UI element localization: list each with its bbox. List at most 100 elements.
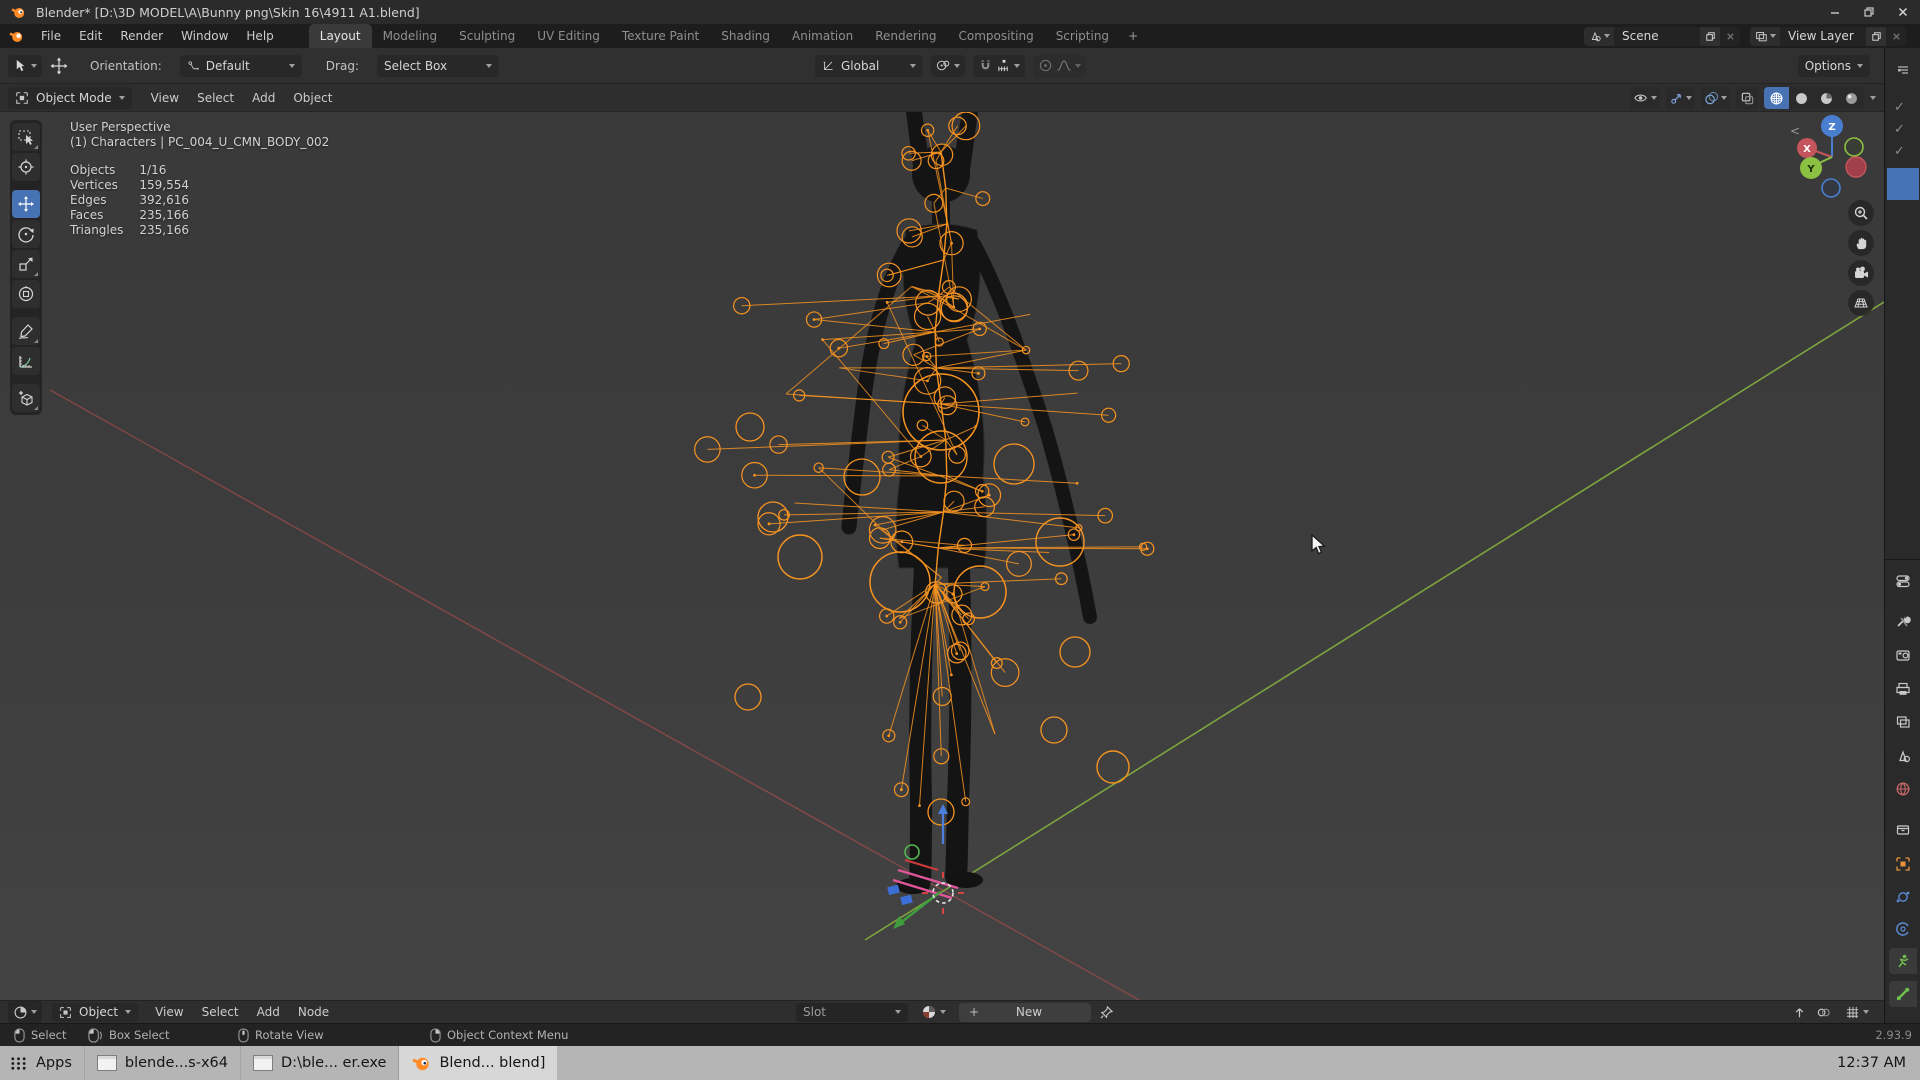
node-menu-view[interactable]: View [146, 1000, 192, 1024]
zoom-button[interactable] [1848, 200, 1874, 226]
menu-window[interactable]: Window [172, 24, 237, 48]
tab-bone-properties[interactable] [1889, 981, 1917, 1007]
tab-scene-properties[interactable] [1889, 743, 1917, 769]
parent-up-icon[interactable] [1792, 1005, 1807, 1020]
outliner-selected-row[interactable] [1887, 168, 1919, 200]
sidebar-toggle-arrow[interactable]: < [1790, 124, 1800, 138]
snap-magnet-icon [981, 60, 990, 70]
add-workspace-button[interactable]: + [1120, 24, 1146, 48]
tab-output-properties[interactable] [1889, 676, 1917, 702]
tool-add-cube[interactable] [12, 384, 40, 412]
viewport-menu-add[interactable]: Add [243, 86, 284, 110]
shading-material-button[interactable] [1814, 87, 1839, 109]
camera-view-button[interactable] [1848, 260, 1874, 286]
tool-select-box[interactable] [12, 123, 40, 151]
active-tool-dropdown[interactable] [8, 54, 42, 77]
options-button[interactable]: Options [1797, 54, 1870, 77]
blender-app-icon[interactable] [8, 28, 24, 44]
outliner-check-icon[interactable]: ✓ [1894, 100, 1905, 115]
scene-selector[interactable]: Scene [1584, 26, 1740, 46]
show-overlays-toggle[interactable] [1701, 87, 1730, 109]
new-material-button[interactable]: + New [959, 1002, 1091, 1022]
taskbar-window-2[interactable]: D:\ble... er.exe [240, 1046, 398, 1080]
tool-rotate[interactable] [12, 220, 40, 248]
scene-new-button[interactable] [1700, 26, 1720, 46]
xray-toggle[interactable] [1736, 87, 1758, 109]
view-layer-remove-button[interactable] [1886, 26, 1906, 46]
tab-physics-properties[interactable] [1889, 884, 1917, 910]
snap-group[interactable] [973, 54, 1025, 77]
tab-constraints-properties[interactable] [1889, 916, 1917, 942]
perspective-grid-button[interactable] [1848, 290, 1874, 316]
tab-scripting[interactable]: Scripting [1045, 24, 1120, 48]
restore-button[interactable] [1852, 0, 1886, 24]
pan-hand-button[interactable] [1848, 230, 1874, 256]
object-visibility-dropdown[interactable] [1630, 87, 1660, 109]
material-browse-dropdown[interactable] [916, 1001, 951, 1023]
menu-file[interactable]: File [32, 24, 70, 48]
pin-icon[interactable] [1099, 1005, 1114, 1020]
filter-icon[interactable] [1895, 62, 1911, 78]
taskbar-window-3-active[interactable]: Blend... blend] [398, 1046, 558, 1080]
tab-render-properties[interactable] [1889, 642, 1917, 668]
tool-annotate[interactable] [12, 317, 40, 345]
apps-button[interactable]: Apps [0, 1046, 84, 1080]
tool-cursor[interactable] [12, 153, 40, 181]
mode-dropdown[interactable]: Object Mode [8, 86, 132, 109]
tab-uv-editing[interactable]: UV Editing [526, 24, 611, 48]
tab-animation[interactable]: Animation [781, 24, 864, 48]
minimize-button[interactable] [1818, 0, 1852, 24]
tab-object-properties[interactable] [1889, 851, 1917, 877]
menu-edit[interactable]: Edit [70, 24, 111, 48]
tab-view-layer-properties[interactable] [1889, 709, 1917, 735]
view-layer-new-button[interactable] [1866, 26, 1886, 46]
proportional-editing-group[interactable] [1033, 54, 1086, 77]
menu-render[interactable]: Render [111, 24, 172, 48]
drag-dropdown[interactable]: Select Box [376, 54, 499, 77]
viewport-menu-object[interactable]: Object [284, 86, 341, 110]
menu-help[interactable]: Help [237, 24, 282, 48]
scene-canvas[interactable] [0, 112, 1884, 1000]
shading-rendered-button[interactable] [1839, 87, 1864, 109]
node-menu-add[interactable]: Add [248, 1000, 289, 1024]
node-menu-select[interactable]: Select [193, 1000, 248, 1024]
slot-dropdown[interactable]: Slot [796, 1002, 908, 1022]
tab-tool-properties[interactable] [1889, 608, 1917, 634]
snapping-icon[interactable] [1816, 1005, 1831, 1020]
tab-modeling[interactable]: Modeling [372, 24, 449, 48]
show-gizmo-toggle[interactable] [1666, 87, 1695, 109]
tab-layout[interactable]: Layout [308, 24, 372, 48]
transform-orientation-dropdown[interactable]: Global [815, 54, 923, 77]
viewport-menu-select[interactable]: Select [188, 86, 243, 110]
tab-sculpting[interactable]: Sculpting [448, 24, 526, 48]
node-menu-node[interactable]: Node [289, 1000, 338, 1024]
outliner-check-icon[interactable]: ✓ [1894, 144, 1905, 159]
tab-shading[interactable]: Shading [710, 24, 781, 48]
properties-editor-icon[interactable] [1889, 568, 1917, 594]
tab-rendering[interactable]: Rendering [864, 24, 947, 48]
scene-unlink-button[interactable] [1720, 26, 1740, 46]
character-mesh[interactable] [841, 112, 1097, 894]
view-layer-selector[interactable]: View Layer [1750, 26, 1906, 46]
viewport-3d[interactable]: Object Mode View Select Add Object User … [0, 84, 1884, 1000]
tab-compositing[interactable]: Compositing [947, 24, 1044, 48]
shading-wireframe-button[interactable] [1764, 87, 1789, 109]
tool-move[interactable] [12, 190, 40, 218]
viewport-menu-view[interactable]: View [142, 86, 188, 110]
taskbar-window-1[interactable]: blende...s-x64 [83, 1046, 240, 1080]
tab-texture-paint[interactable]: Texture Paint [611, 24, 710, 48]
tool-measure[interactable] [12, 347, 40, 375]
tab-object-data-properties[interactable] [1889, 948, 1917, 974]
grid-snap-dropdown[interactable] [1840, 1001, 1874, 1023]
tab-world-properties[interactable] [1889, 776, 1917, 802]
tool-scale[interactable] [12, 250, 40, 278]
close-button[interactable] [1886, 0, 1920, 24]
pivot-point-dropdown[interactable] [931, 54, 965, 77]
shader-type-dropdown[interactable]: Object [52, 1002, 139, 1022]
editor-type-dropdown[interactable] [8, 1001, 42, 1023]
shading-solid-button[interactable] [1789, 87, 1814, 109]
tool-transform[interactable] [12, 280, 40, 308]
outliner-check-icon[interactable]: ✓ [1894, 122, 1905, 137]
orientation-dropdown[interactable]: Default [179, 54, 302, 77]
tab-collection-properties[interactable] [1889, 816, 1917, 842]
